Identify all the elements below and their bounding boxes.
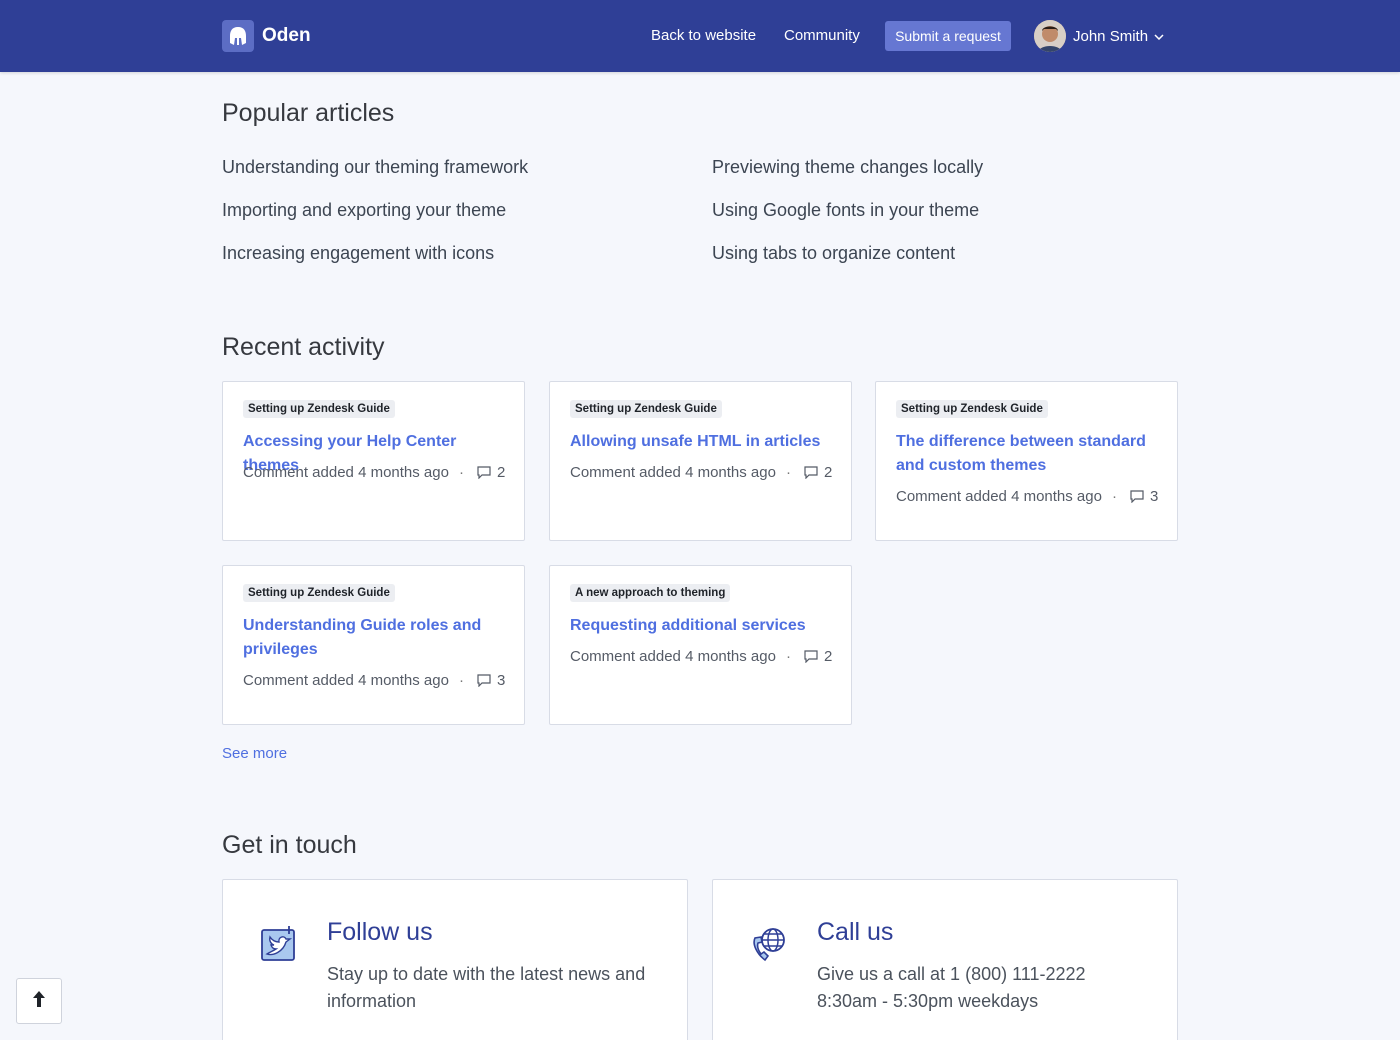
popular-articles-heading: Popular articles: [222, 99, 395, 127]
back-to-top-button[interactable]: [16, 978, 62, 1024]
comment-icon: [477, 466, 491, 479]
brand-name: Oden: [262, 25, 311, 46]
activity-time: Comment added 4 months ago: [896, 488, 1102, 505]
phone-globe-icon: [749, 924, 789, 969]
comment-count: 2: [823, 464, 833, 481]
separator-dot: ·: [1111, 488, 1117, 505]
activity-meta: Comment added 4 months ago · 2: [570, 464, 832, 481]
user-menu[interactable]: John Smith: [1034, 20, 1164, 52]
activity-meta: Comment added 4 months ago · 3: [243, 672, 505, 689]
activity-title-link[interactable]: Understanding Guide roles and privileges: [243, 614, 508, 662]
back-to-website-link[interactable]: Back to website: [651, 27, 756, 44]
separator-dot: ·: [458, 672, 464, 689]
top-navbar: Oden Back to website Community Submit a …: [0, 0, 1400, 72]
get-in-touch-heading: Get in touch: [222, 831, 357, 859]
comment-count: 3: [496, 672, 506, 689]
separator-dot: ·: [785, 464, 791, 481]
user-name: John Smith: [1073, 27, 1149, 45]
comment-count: 2: [496, 464, 506, 481]
popular-article-link[interactable]: Previewing theme changes locally: [712, 157, 983, 178]
popular-article-link[interactable]: Using Google fonts in your theme: [712, 200, 979, 221]
comment-count: 3: [1149, 488, 1159, 505]
helmet-logo-icon: [222, 20, 254, 52]
follow-us-text: Stay up to date with the latest news and…: [327, 964, 646, 1011]
call-us-text: Give us a call at 1 (800) 111-2222 8:30a…: [817, 964, 1086, 1011]
popular-article-link[interactable]: Importing and exporting your theme: [222, 200, 506, 221]
separator-dot: ·: [458, 464, 464, 481]
activity-title-link[interactable]: Allowing unsafe HTML in articles: [570, 430, 835, 454]
activity-meta: Comment added 4 months ago · 2: [243, 464, 505, 481]
popular-article-link[interactable]: Understanding our theming framework: [222, 157, 528, 178]
separator-dot: ·: [785, 648, 791, 665]
follow-us-card[interactable]: Follow us Stay up to date with the lates…: [222, 879, 688, 1040]
popular-article-link[interactable]: Increasing engagement with icons: [222, 243, 494, 264]
activity-meta: Comment added 4 months ago · 3: [896, 488, 1158, 505]
community-link[interactable]: Community: [784, 27, 860, 44]
activity-title-link[interactable]: The difference between standard and cust…: [896, 430, 1161, 478]
activity-card: Setting up Zendesk Guide Accessing your …: [222, 381, 525, 541]
activity-title-link[interactable]: Requesting additional services: [570, 614, 835, 638]
section-badge[interactable]: Setting up Zendesk Guide: [243, 400, 395, 418]
activity-card: Setting up Zendesk Guide Understanding G…: [222, 565, 525, 725]
section-badge[interactable]: Setting up Zendesk Guide: [570, 400, 722, 418]
twitter-bird-icon: [259, 924, 299, 969]
comment-icon: [804, 466, 818, 479]
call-us-card[interactable]: Call us Give us a call at 1 (800) 111-22…: [712, 879, 1178, 1040]
chevron-down-icon: [1154, 27, 1164, 45]
activity-card: Setting up Zendesk Guide Allowing unsafe…: [549, 381, 852, 541]
avatar: [1034, 20, 1066, 52]
activity-time: Comment added 4 months ago: [570, 648, 776, 665]
comment-count: 2: [823, 648, 833, 665]
comment-icon: [1130, 490, 1144, 503]
activity-time: Comment added 4 months ago: [243, 464, 449, 481]
activity-time: Comment added 4 months ago: [570, 464, 776, 481]
activity-card: A new approach to theming Requesting add…: [549, 565, 852, 725]
popular-article-link[interactable]: Using tabs to organize content: [712, 243, 955, 264]
see-more-link[interactable]: See more: [222, 745, 287, 762]
comment-icon: [477, 674, 491, 687]
activity-card: Setting up Zendesk Guide The difference …: [875, 381, 1178, 541]
section-badge[interactable]: A new approach to theming: [570, 584, 731, 602]
recent-activity-heading: Recent activity: [222, 333, 385, 361]
follow-us-title: Follow us: [327, 918, 433, 946]
call-us-title: Call us: [817, 918, 894, 946]
comment-icon: [804, 650, 818, 663]
arrow-up-icon: [31, 989, 47, 1014]
section-badge[interactable]: Setting up Zendesk Guide: [896, 400, 1048, 418]
brand-home-link[interactable]: Oden: [222, 20, 311, 52]
activity-meta: Comment added 4 months ago · 2: [570, 648, 832, 665]
activity-time: Comment added 4 months ago: [243, 672, 449, 689]
section-badge[interactable]: Setting up Zendesk Guide: [243, 584, 395, 602]
submit-request-button[interactable]: Submit a request: [885, 21, 1011, 51]
